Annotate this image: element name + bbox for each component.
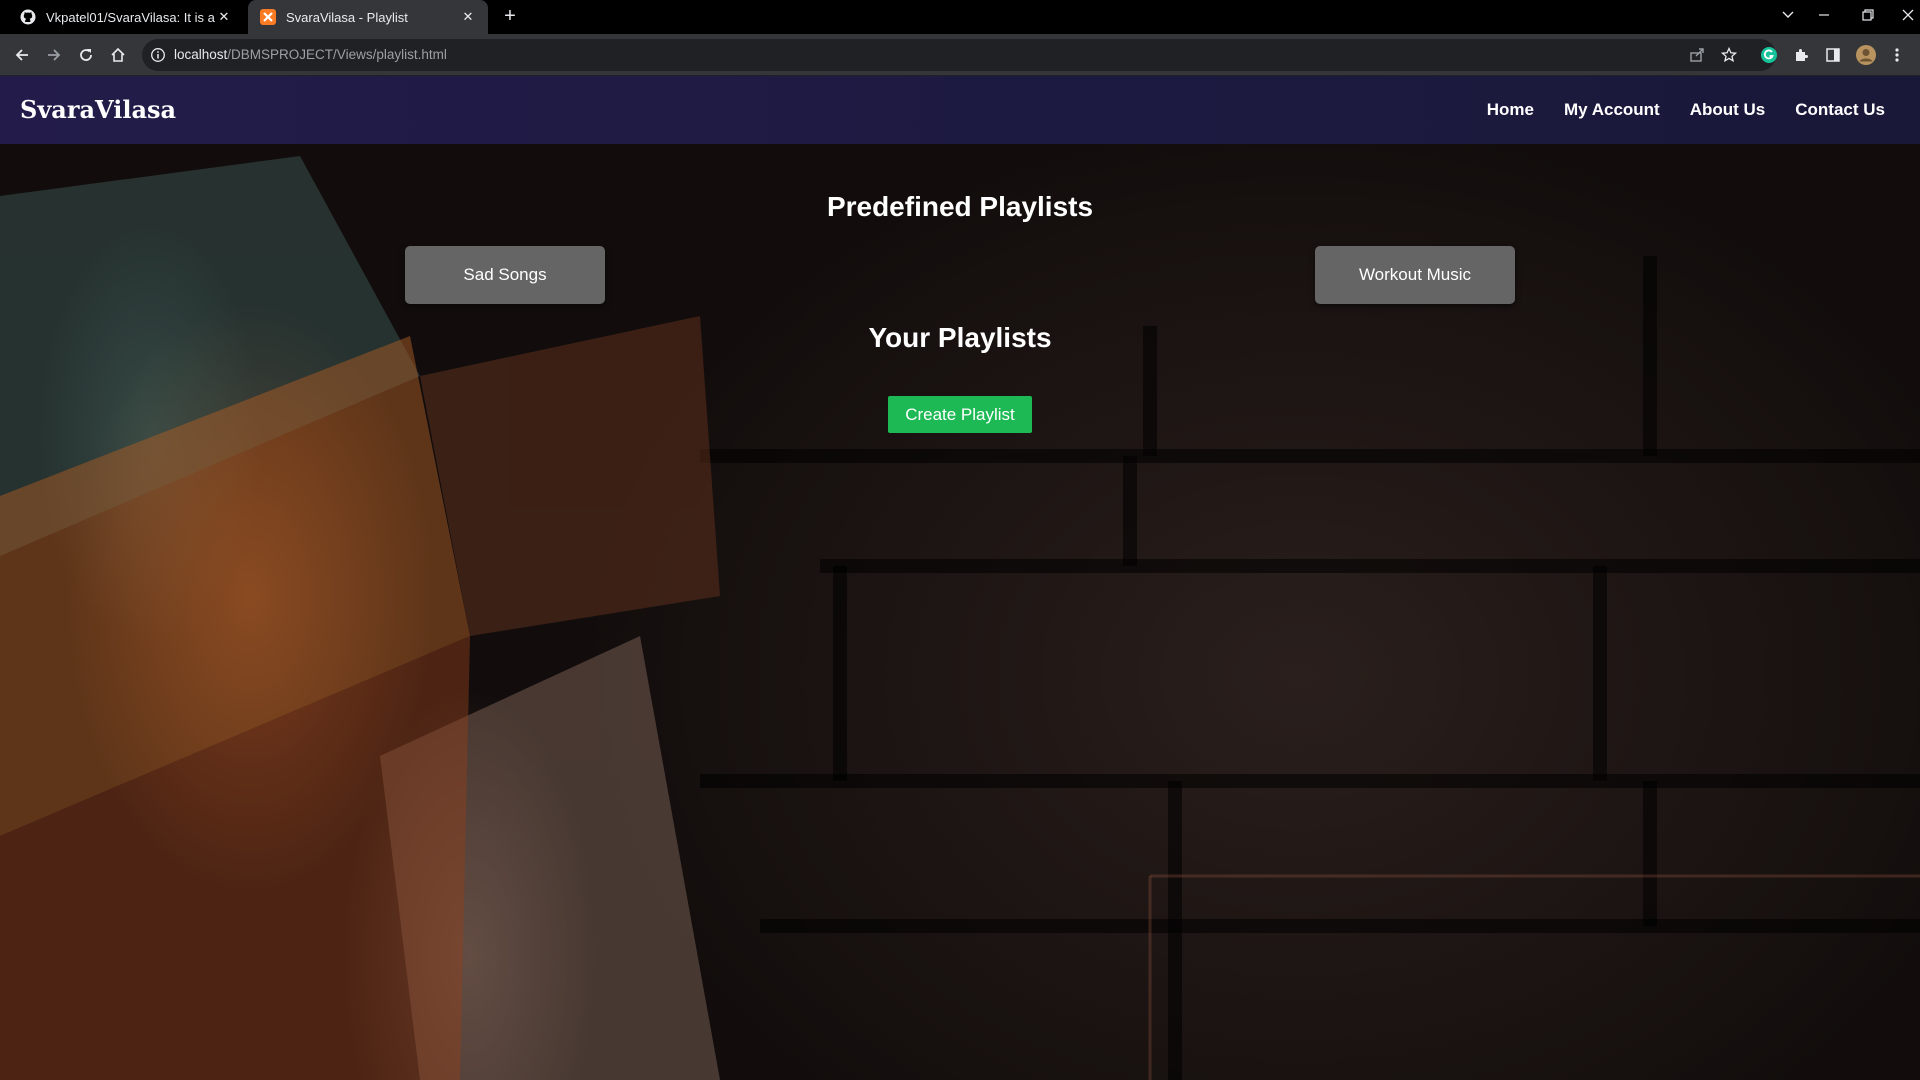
minimize-icon[interactable] xyxy=(1804,0,1844,30)
url-text: localhost/DBMSPROJECT/Views/playlist.htm… xyxy=(174,39,447,71)
tab-search-icon[interactable] xyxy=(1768,0,1808,30)
brand-logo[interactable]: SvaraVilasa xyxy=(20,76,176,144)
playlist-workout-music-button[interactable]: Workout Music xyxy=(1315,246,1515,304)
grammarly-icon[interactable] xyxy=(1758,44,1780,66)
site-navbar: SvaraVilasa Home My Account About Us Con… xyxy=(0,76,1920,144)
nav-link-about-us[interactable]: About Us xyxy=(1690,100,1766,120)
address-bar[interactable]: localhost/DBMSPROJECT/Views/playlist.htm… xyxy=(142,39,1776,71)
profile-avatar[interactable] xyxy=(1855,44,1877,66)
url-path: /DBMSPROJECT/Views/playlist.html xyxy=(227,47,447,62)
background-photo xyxy=(0,156,1920,1080)
tab-playlist[interactable]: SvaraVilasa - Playlist ✕ xyxy=(248,0,488,34)
your-playlists-heading: Your Playlists xyxy=(868,322,1052,353)
close-tab-icon[interactable]: ✕ xyxy=(460,9,476,25)
bookmark-star-icon[interactable] xyxy=(1718,44,1740,66)
browser-menu-icon[interactable] xyxy=(1886,44,1908,66)
create-playlist-button[interactable]: Create Playlist xyxy=(888,396,1032,433)
extensions-puzzle-icon[interactable] xyxy=(1790,44,1812,66)
tab-title: SvaraVilasa - Playlist xyxy=(286,9,408,25)
nav-link-my-account[interactable]: My Account xyxy=(1564,100,1660,120)
site-info-icon[interactable] xyxy=(150,47,166,63)
share-icon[interactable] xyxy=(1686,44,1708,66)
playlist-sad-songs-button[interactable]: Sad Songs xyxy=(405,246,605,304)
home-icon[interactable] xyxy=(106,43,130,67)
side-panel-icon[interactable] xyxy=(1822,44,1844,66)
new-tab-button[interactable]: + xyxy=(498,5,522,29)
page-viewport: SvaraVilasa Home My Account About Us Con… xyxy=(0,76,1920,1080)
url-host: localhost xyxy=(174,47,228,62)
tab-title: Vkpatel01/SvaraVilasa: It is a mu xyxy=(46,9,216,25)
nav-link-home[interactable]: Home xyxy=(1487,100,1534,120)
close-tab-icon[interactable]: ✕ xyxy=(216,9,232,25)
browser-toolbar: localhost/DBMSPROJECT/Views/playlist.htm… xyxy=(0,34,1920,76)
reload-icon[interactable] xyxy=(74,43,98,67)
tab-github[interactable]: Vkpatel01/SvaraVilasa: It is a mu ✕ xyxy=(8,0,244,34)
predefined-playlists-heading: Predefined Playlists xyxy=(826,191,1094,222)
close-window-icon[interactable] xyxy=(1888,0,1920,30)
back-arrow-icon[interactable] xyxy=(10,43,34,67)
github-icon xyxy=(20,9,36,25)
forward-arrow-icon[interactable] xyxy=(42,43,66,67)
browser-tab-strip: Vkpatel01/SvaraVilasa: It is a mu ✕ Svar… xyxy=(0,0,1920,34)
nav-link-contact-us[interactable]: Contact Us xyxy=(1795,100,1885,120)
nav-links: Home My Account About Us Contact Us xyxy=(1457,76,1885,144)
xampp-icon xyxy=(260,9,276,25)
restore-icon[interactable] xyxy=(1848,0,1888,30)
